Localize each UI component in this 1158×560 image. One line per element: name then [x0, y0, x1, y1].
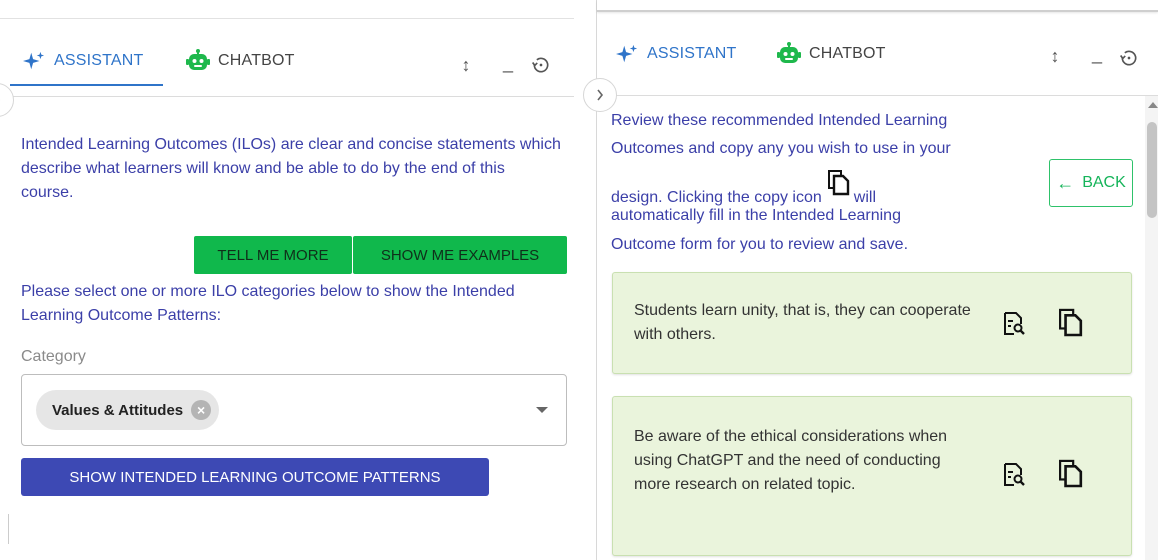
history-icon[interactable] [1119, 46, 1139, 70]
show-me-examples-button[interactable]: SHOW ME EXAMPLES [353, 236, 567, 274]
instructions-line: Outcomes and copy any you wish to use in… [611, 140, 951, 157]
preview-icon[interactable] [1003, 311, 1027, 337]
ilo-intro-text: Intended Learning Outcomes (ILOs) are cl… [21, 136, 561, 201]
scrollbar[interactable] [1145, 96, 1158, 560]
minimize-icon[interactable]: _ [498, 51, 518, 75]
copy-icon[interactable] [1059, 459, 1083, 488]
chevron-right-icon [0, 99, 1, 101]
ilo-card-text: Students learn unity, that is, they can … [634, 302, 971, 343]
instructions-line: automatically fill in the Intended Learn… [611, 207, 901, 224]
instructions-line: Outcome form for you to review and save. [611, 236, 909, 253]
back-label: BACK [1082, 174, 1126, 191]
arrow-left-icon: ← [1056, 172, 1075, 193]
tab-assistant[interactable]: ASSISTANT [22, 47, 144, 75]
tab-chatbot[interactable]: CHATBOT [777, 40, 886, 68]
tab-assistant[interactable]: ASSISTANT [615, 40, 737, 68]
ilo-card: Students learn unity, that is, they can … [612, 272, 1132, 374]
tab-bar: ASSISTANT CHATBOT ↕ _ [0, 19, 574, 97]
preview-icon[interactable] [1003, 462, 1027, 488]
assistant-panel-left: ASSISTANT CHATBOT ↕ _ Intended Learning … [0, 18, 574, 544]
back-button[interactable]: ← BACK [1049, 159, 1133, 207]
ilo-card-text: Be aware of the ethical considerations w… [634, 428, 948, 493]
tab-bar: ASSISTANT CHATBOT ↕ _ [597, 14, 1158, 96]
chevron-right-icon [597, 89, 604, 101]
assistant-panel-right: ASSISTANT CHATBOT ↕ _ Review these recom… [583, 0, 1158, 560]
active-tab-indicator [10, 84, 163, 86]
divider [8, 514, 9, 544]
top-edge [597, 0, 1158, 12]
dropdown-arrow-icon[interactable] [536, 407, 548, 413]
tab-label: ASSISTANT [54, 52, 144, 69]
category-label: Category [21, 348, 86, 365]
copy-icon[interactable] [1059, 308, 1083, 337]
resize-icon[interactable]: ↕ [456, 53, 476, 77]
collapse-panel-button[interactable] [583, 78, 617, 112]
resize-icon[interactable]: ↕ [1045, 44, 1065, 68]
scrollbar-thumb[interactable] [1147, 122, 1157, 218]
scroll-up-icon[interactable] [1148, 102, 1158, 108]
select-prompt-text: Please select one or more ILO categories… [21, 283, 515, 324]
sparkle-icon [615, 42, 639, 66]
tab-label: CHATBOT [809, 45, 886, 62]
show-patterns-button[interactable]: SHOW INTENDED LEARNING OUTCOME PATTERNS [21, 458, 489, 496]
chip-label: Values & Attitudes [52, 401, 184, 419]
tab-chatbot[interactable]: CHATBOT [186, 47, 295, 75]
category-chip: Values & Attitudes × [36, 390, 220, 430]
robot-icon [777, 42, 801, 66]
tab-label: CHATBOT [218, 52, 295, 69]
copy-icon [827, 170, 850, 204]
tab-label: ASSISTANT [647, 45, 737, 62]
robot-icon [186, 49, 210, 73]
ilo-card: Be aware of the ethical considerations w… [612, 396, 1132, 556]
sparkle-icon [22, 49, 46, 73]
category-select[interactable]: Values & Attitudes × [21, 374, 567, 446]
history-icon[interactable] [531, 53, 551, 77]
minimize-icon[interactable]: _ [1087, 42, 1107, 66]
instructions-line: Review these recommended Intended Learni… [611, 112, 948, 129]
remove-chip-icon[interactable]: × [191, 400, 212, 420]
tell-me-more-button[interactable]: TELL ME MORE [194, 236, 352, 274]
